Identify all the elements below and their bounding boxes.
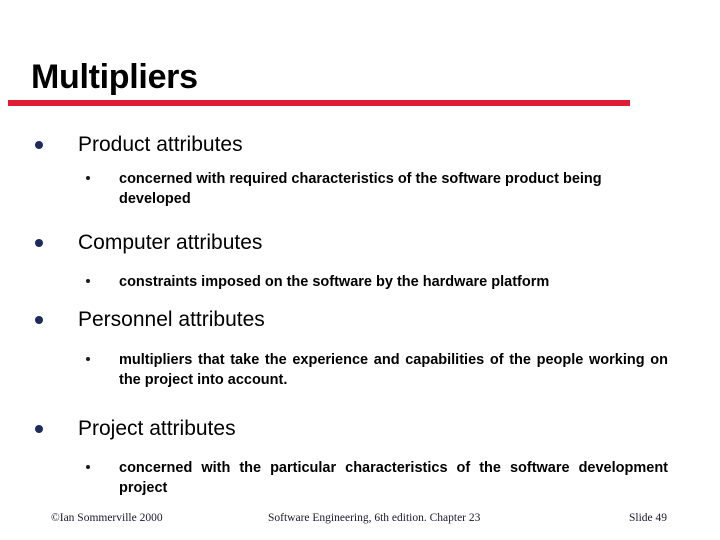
sub-bullet-label: multipliers that take the experience and… <box>119 352 668 388</box>
bullet-label: Project attributes <box>78 417 236 440</box>
slide-body: Product attributes concerned with requir… <box>0 126 720 496</box>
slide-footer: ©Ian Sommerville 2000 Software Engineeri… <box>0 512 720 532</box>
bullet-item-personnel-attributes: Personnel attributes <box>0 307 720 335</box>
title-underline-rule <box>8 100 630 106</box>
bullet-dot-icon <box>35 425 43 433</box>
sub-bullet-label: concerned with required characteristics … <box>119 171 602 207</box>
sub-bullet-item-computer-detail: constraints imposed on the software by t… <box>0 272 720 292</box>
footer-slide-number: Slide 49 <box>629 512 668 524</box>
bullet-dot-icon <box>35 239 43 247</box>
sub-bullet-dot-icon <box>86 357 90 361</box>
slide-title: Multipliers <box>31 58 198 96</box>
sub-bullet-item-personnel-detail: multipliers that take the experience and… <box>0 350 720 390</box>
footer-book-reference: Software Engineering, 6th edition. Chapt… <box>268 512 481 524</box>
bullet-label: Computer attributes <box>78 231 263 254</box>
sub-bullet-label: concerned with the particular characteri… <box>119 460 668 496</box>
bullet-label: Personnel attributes <box>78 308 265 331</box>
sub-bullet-dot-icon <box>86 176 90 180</box>
bullet-item-computer-attributes: Computer attributes <box>0 230 720 258</box>
bullet-item-project-attributes: Project attributes <box>0 416 720 444</box>
content-block-product: Product attributes concerned with requir… <box>0 132 720 209</box>
footer-copyright: ©Ian Sommerville 2000 <box>51 512 163 524</box>
content-block-computer: Computer attributes constraints imposed … <box>0 230 720 292</box>
sub-bullet-item-product-detail: concerned with required characteristics … <box>0 169 720 209</box>
bullet-label: Product attributes <box>78 133 243 156</box>
sub-bullet-label: constraints imposed on the software by t… <box>119 274 550 290</box>
sub-bullet-item-project-detail: concerned with the particular characteri… <box>0 458 720 498</box>
sub-bullet-dot-icon <box>86 465 90 469</box>
content-block-personnel: Personnel attributes multipliers that ta… <box>0 307 720 390</box>
bullet-dot-icon <box>35 141 43 149</box>
sub-bullet-dot-icon <box>86 279 90 283</box>
presentation-slide: Multipliers Product attributes concerned… <box>0 0 720 540</box>
bullet-dot-icon <box>35 316 43 324</box>
bullet-item-product-attributes: Product attributes <box>0 132 720 160</box>
content-block-project: Project attributes concerned with the pa… <box>0 416 720 498</box>
